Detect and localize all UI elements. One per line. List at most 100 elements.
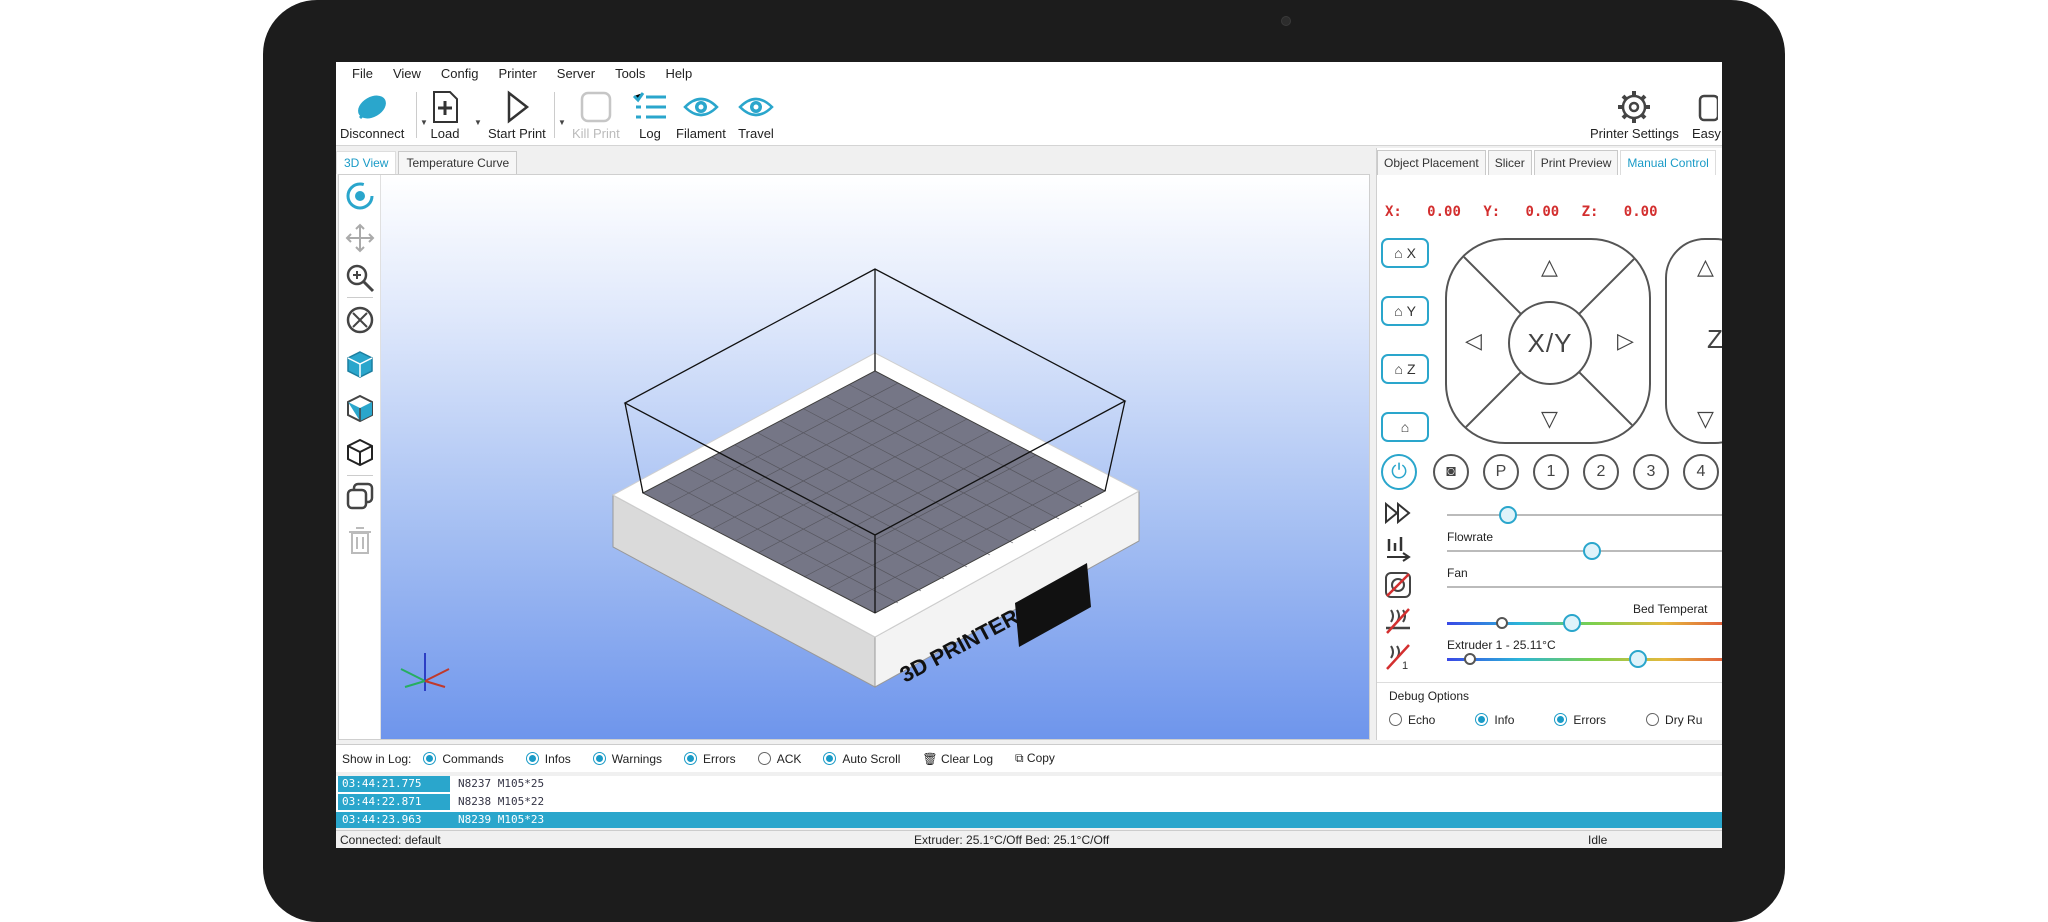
log-row[interactable]: 03:44:21.775 N8237 M105*25 bbox=[336, 776, 1722, 792]
axis-gizmo bbox=[400, 653, 450, 691]
flowrate-slider-knob[interactable] bbox=[1583, 542, 1601, 560]
warnings-filter-radio[interactable]: Warnings bbox=[592, 751, 662, 766]
jog-z-plus-button[interactable]: △ bbox=[1697, 254, 1714, 280]
tab-print-preview[interactable]: Print Preview bbox=[1533, 150, 1619, 175]
bed-temp-slider-knob[interactable] bbox=[1562, 614, 1581, 632]
speed-slider-track[interactable] bbox=[1447, 514, 1722, 516]
flowrate-label: Flowrate bbox=[1447, 530, 1494, 544]
jog-y-minus-button[interactable]: ▽ bbox=[1541, 406, 1558, 432]
bed-temp-slider-track[interactable] bbox=[1447, 622, 1722, 625]
view-tabs: 3D View Temperature Curve bbox=[336, 148, 519, 174]
heated-bed-icon bbox=[1381, 604, 1415, 638]
tab-object-placement[interactable]: Object Placement bbox=[1377, 150, 1486, 175]
home-icon: ⌂ bbox=[1400, 419, 1410, 435]
menu-server[interactable]: Server bbox=[557, 66, 595, 81]
speed-slider-knob[interactable] bbox=[1498, 506, 1517, 524]
log-button[interactable]: Log bbox=[632, 88, 668, 141]
commands-filter-radio[interactable]: Commands bbox=[423, 751, 504, 766]
stop-motors-button[interactable]: ◙ bbox=[1433, 454, 1469, 490]
eye-icon bbox=[683, 88, 719, 126]
log-filter-bar: Show in Log: Commands Infos Warnings Err… bbox=[336, 744, 1722, 772]
fan-off-icon bbox=[1381, 568, 1415, 602]
x-coord-value: 0.00 bbox=[1427, 204, 1461, 220]
motor-icon: ◙ bbox=[1446, 463, 1456, 480]
preset-2-button[interactable]: 2 bbox=[1583, 454, 1619, 490]
y-coord-value: 0.00 bbox=[1525, 204, 1560, 220]
home-x-button[interactable]: ⌂ X bbox=[1381, 238, 1429, 268]
eye-icon bbox=[738, 88, 774, 126]
debug-options-title: Debug Options bbox=[1389, 689, 1470, 703]
menu-file[interactable]: File bbox=[352, 66, 373, 81]
log-row[interactable]: 03:44:22.871 N8238 M105*22 bbox=[336, 794, 1722, 810]
tab-manual-control[interactable]: Manual Control bbox=[1620, 150, 1716, 175]
menu-config[interactable]: Config bbox=[441, 66, 479, 81]
ack-filter-radio[interactable]: ACK bbox=[757, 751, 801, 766]
start-print-label: Start Print bbox=[488, 126, 546, 141]
tab-temperature-curve[interactable]: Temperature Curve bbox=[398, 151, 518, 174]
filament-toggle[interactable]: Filament bbox=[676, 88, 726, 141]
log-message: N8239 M105*23 bbox=[458, 813, 545, 826]
jog-z-minus-button[interactable]: ▽ bbox=[1697, 406, 1714, 432]
printer-settings-button[interactable]: Printer Settings bbox=[1590, 88, 1679, 141]
disconnect-button[interactable]: Disconnect bbox=[340, 88, 404, 141]
menu-help[interactable]: Help bbox=[665, 66, 692, 81]
log-time: 03:44:23.963 bbox=[338, 812, 450, 828]
connection-status: Connected: default bbox=[340, 833, 441, 847]
debug-echo-radio[interactable]: Echo bbox=[1389, 713, 1435, 727]
park-button[interactable]: P bbox=[1483, 454, 1519, 490]
menu-bar: File View Config Printer Server Tools He… bbox=[336, 62, 1722, 84]
bed-temp-label: Bed Temperat bbox=[1633, 602, 1708, 616]
jog-x-minus-button[interactable]: ◁ bbox=[1465, 328, 1482, 354]
debug-info-radio[interactable]: Info bbox=[1475, 713, 1514, 727]
menu-tools[interactable]: Tools bbox=[615, 66, 645, 81]
start-print-button[interactable]: Start Print bbox=[488, 88, 546, 141]
load-button[interactable]: Load bbox=[430, 88, 460, 141]
home-y-button[interactable]: ⌂ Y bbox=[1381, 296, 1429, 326]
preset-4-button[interactable]: 4 bbox=[1683, 454, 1719, 490]
fan-slider-track[interactable] bbox=[1447, 586, 1722, 588]
debug-errors-radio[interactable]: Errors bbox=[1554, 713, 1606, 727]
preset-3-button[interactable]: 3 bbox=[1633, 454, 1669, 490]
jog-x-plus-button[interactable]: ▷ bbox=[1617, 328, 1634, 354]
3d-viewport[interactable]: 3D PRINTER bbox=[338, 174, 1370, 740]
z-coord-label: Z: bbox=[1581, 204, 1599, 220]
home-all-button[interactable]: ⌂ bbox=[1381, 412, 1429, 442]
copy-log-button[interactable]: ⧉ Copy bbox=[1015, 751, 1055, 766]
log-list: 03:44:21.775 N8237 M105*25 03:44:22.871 … bbox=[336, 776, 1722, 828]
extruder-temp-slider-track[interactable] bbox=[1447, 658, 1722, 661]
power-button[interactable]: ⏻ bbox=[1381, 454, 1417, 490]
home-z-button[interactable]: ⌂ Z bbox=[1381, 354, 1429, 384]
kill-print-button[interactable]: Kill Print bbox=[572, 88, 620, 141]
preset-1-button[interactable]: 1 bbox=[1533, 454, 1569, 490]
menu-printer[interactable]: Printer bbox=[498, 66, 536, 81]
tab-slicer[interactable]: Slicer bbox=[1487, 150, 1532, 175]
jog-y-plus-button[interactable]: △ bbox=[1541, 254, 1558, 280]
bed-temp-slider-row: Bed Temperat bbox=[1381, 602, 1722, 638]
home-icon: ⌂ bbox=[1394, 361, 1403, 377]
home-icon: ⌂ bbox=[1394, 245, 1403, 261]
tab-3d-view[interactable]: 3D View bbox=[336, 151, 397, 174]
infos-filter-radio[interactable]: Infos bbox=[525, 751, 571, 766]
log-row-selected[interactable]: 03:44:23.963 N8239 M105*23 bbox=[336, 812, 1722, 828]
travel-toggle[interactable]: Travel bbox=[738, 88, 774, 141]
debug-options: Debug Options Echo Info Errors Dry Ru bbox=[1377, 682, 1722, 740]
auto-scroll-radio[interactable]: Auto Scroll bbox=[823, 751, 900, 766]
errors-filter-radio[interactable]: Errors bbox=[684, 751, 736, 766]
printer-state: Idle bbox=[1588, 833, 1608, 847]
right-panel: Object Placement Slicer Print Preview Ma… bbox=[1376, 148, 1722, 740]
extruder-temp-slider-knob[interactable] bbox=[1629, 650, 1648, 668]
load-dropdown-caret[interactable]: ▼ bbox=[474, 118, 482, 127]
debug-dry-run-radio[interactable]: Dry Ru bbox=[1646, 713, 1702, 727]
extruder-heater-icon: 1 bbox=[1381, 640, 1415, 674]
easy-mode-icon bbox=[1694, 88, 1719, 126]
kill-print-label: Kill Print bbox=[572, 126, 620, 141]
printer-settings-label: Printer Settings bbox=[1590, 126, 1679, 141]
play-icon bbox=[503, 88, 531, 126]
easy-mode-button[interactable]: Easy bbox=[1692, 88, 1721, 141]
load-label: Load bbox=[430, 126, 460, 141]
clear-log-button[interactable]: 🗑 Clear Log bbox=[922, 752, 993, 766]
menu-view[interactable]: View bbox=[393, 66, 421, 81]
toolbar: Disconnect ▼ Load ▼ Start Print ▼ Kill P… bbox=[336, 84, 1722, 146]
connect-dropdown-caret[interactable]: ▼ bbox=[420, 118, 428, 127]
print-dropdown-caret[interactable]: ▼ bbox=[558, 118, 566, 127]
